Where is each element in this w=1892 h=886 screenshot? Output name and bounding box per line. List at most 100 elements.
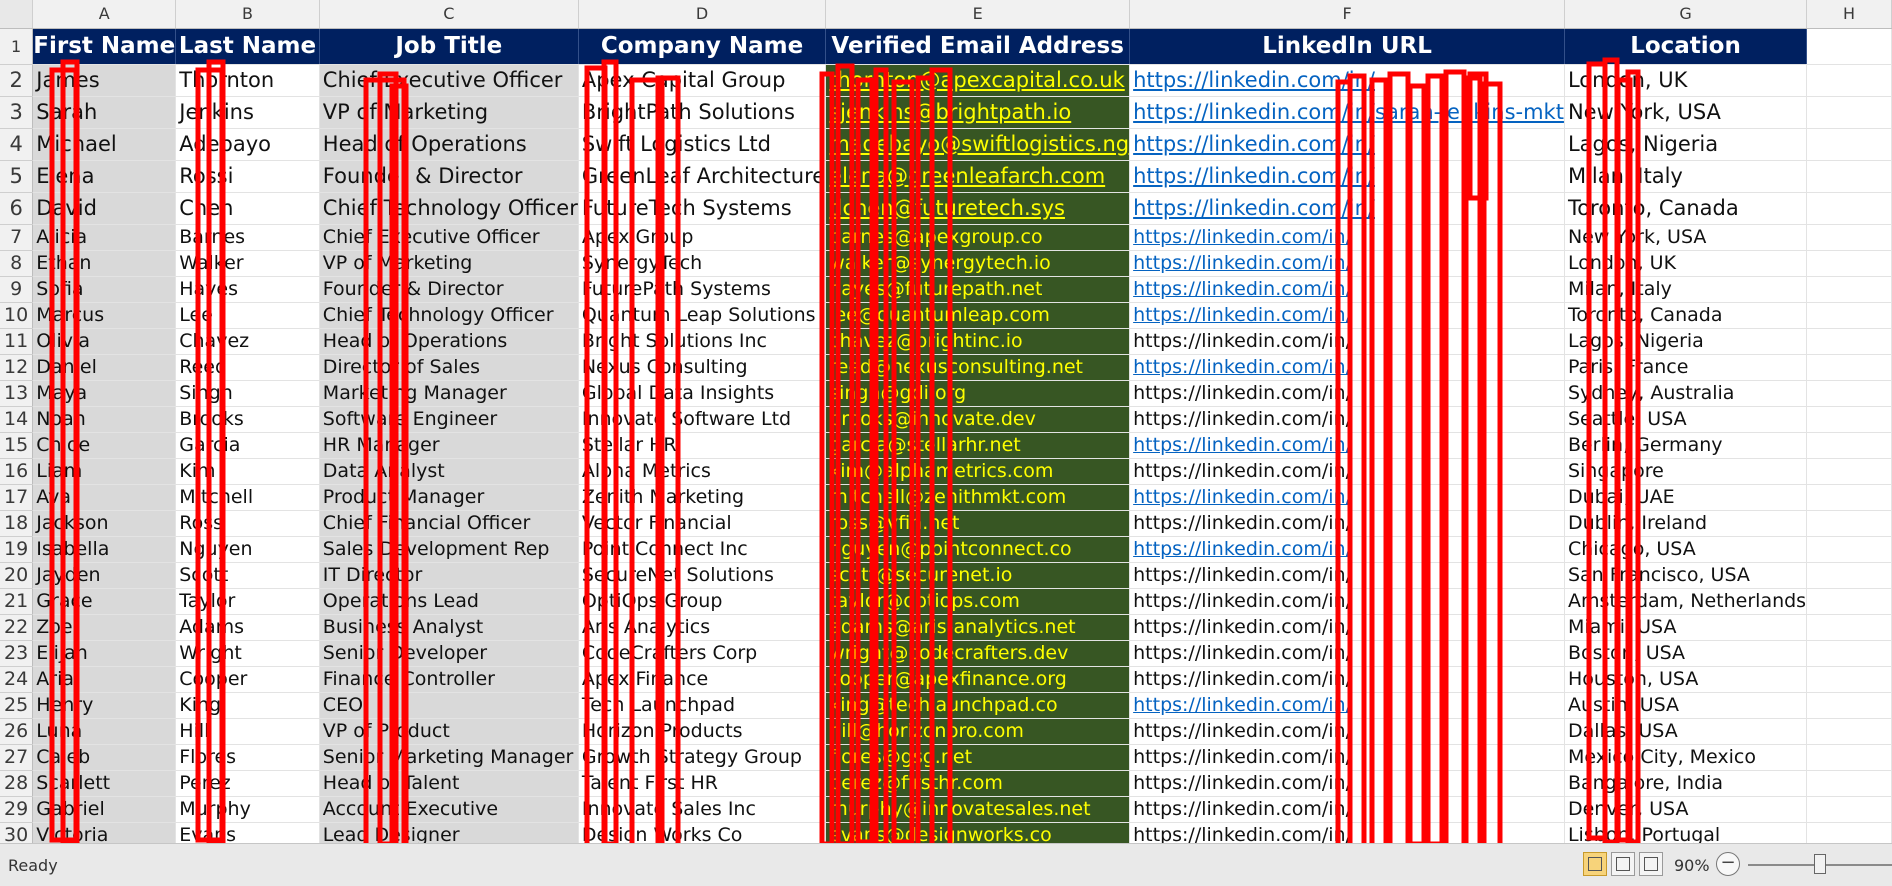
cell-email[interactable]: singh@gdi.org [825,380,1131,407]
cell-linkedin[interactable]: https://linkedin.com/in/ [1129,692,1565,719]
cell-email[interactable]: dchen@futuretech.sys [825,192,1131,225]
cell-last[interactable]: Brooks [175,406,320,433]
cell-first[interactable]: Ethan [32,250,177,277]
zoom-slider-thumb[interactable] [1814,854,1826,874]
cell-linkedin[interactable]: https://linkedin.com/in/ [1129,354,1565,381]
cell-h[interactable] [1806,224,1892,251]
cell-email[interactable]: garcia@stellarhr.net [825,432,1131,459]
cell-h1[interactable] [1806,28,1892,65]
row-header[interactable]: 13 [0,380,34,407]
cell-email[interactable]: evans@designworks.co [825,822,1131,843]
cell-company[interactable]: Innovate Software Ltd [578,406,827,433]
cell-first[interactable]: Olivia [32,328,177,355]
cell-first[interactable]: David [32,192,177,225]
row-header[interactable]: 27 [0,744,34,771]
row-header[interactable]: 5 [0,160,34,193]
cell-company[interactable]: Nexus Consulting [578,354,827,381]
cell-title[interactable]: CEO [319,692,579,719]
cell-email[interactable]: elena@greenleafarch.com [825,160,1131,193]
cell-location[interactable]: Paris, France [1564,354,1808,381]
cell-company[interactable]: SynergyTech [578,250,827,277]
cell-h[interactable] [1806,380,1892,407]
cell-first[interactable]: Liam [32,458,177,485]
cell-h[interactable] [1806,458,1892,485]
cell-linkedin[interactable]: https://linkedin.com/in/ [1129,796,1565,823]
cell-location[interactable]: New York, USA [1564,96,1808,129]
cell-company[interactable]: Aris Analytics [578,614,827,641]
cell-last[interactable]: Scott [175,562,320,589]
cell-email[interactable]: perez@firsthr.com [825,770,1131,797]
cell-last[interactable]: Walker [175,250,320,277]
cell-first[interactable]: Isabella [32,536,177,563]
zoom-level[interactable]: 90% [1674,856,1710,875]
cell-title[interactable]: Lead Designer [319,822,579,843]
cell-first[interactable]: Victoria [32,822,177,843]
header-company-name[interactable]: Company Name [578,28,827,65]
cell-title[interactable]: HR Manager [319,432,579,459]
normal-view-button[interactable] [1583,852,1607,876]
cell-email[interactable]: ross@vfin.net [825,510,1131,537]
cell-company[interactable]: FutureTech Systems [578,192,827,225]
row-header[interactable]: 25 [0,692,34,719]
cell-location[interactable]: London, UK [1564,64,1808,97]
cell-h[interactable] [1806,354,1892,381]
cell-location[interactable]: Dallas, USA [1564,718,1808,745]
cell-h[interactable] [1806,588,1892,615]
cell-last[interactable]: Nguyen [175,536,320,563]
cell-company[interactable]: Design Works Co [578,822,827,843]
cell-last[interactable]: Adams [175,614,320,641]
cell-location[interactable]: Milan, Italy [1564,160,1808,193]
cell-company[interactable]: Vector Financial [578,510,827,537]
cell-location[interactable]: Singapore [1564,458,1808,485]
cell-first[interactable]: Ava [32,484,177,511]
column-header-b[interactable]: B [175,0,320,29]
cell-first[interactable]: Michael [32,128,177,161]
cell-email[interactable]: hayes@futurepath.net [825,276,1131,303]
cell-email[interactable]: cooper@apexfinance.org [825,666,1131,693]
cell-linkedin[interactable]: https://linkedin.com/in/ [1129,458,1565,485]
cell-location[interactable]: Lagos, Nigeria [1564,328,1808,355]
cell-email[interactable]: barnes@apexgroup.co [825,224,1131,251]
cell-first[interactable]: Elijah [32,640,177,667]
cell-location[interactable]: Amsterdam, Netherlands [1564,588,1808,615]
cell-company[interactable]: Innovate Sales Inc [578,796,827,823]
cell-company[interactable]: Growth Strategy Group [578,744,827,771]
cell-email[interactable]: sjenkins@brightpath.io [825,96,1131,129]
cell-location[interactable]: Lisbon, Portugal [1564,822,1808,843]
cell-linkedin[interactable]: https://linkedin.com/in/ [1129,302,1565,329]
cell-title[interactable]: Head of Operations [319,328,579,355]
cell-email[interactable]: walker@synergytech.io [825,250,1131,277]
cell-last[interactable]: Taylor [175,588,320,615]
cell-last[interactable]: Wright [175,640,320,667]
row-header[interactable]: 19 [0,536,34,563]
cell-last[interactable]: Chen [175,192,320,225]
cell-last[interactable]: Chavez [175,328,320,355]
row-header[interactable]: 20 [0,562,34,589]
cell-linkedin[interactable]: https://linkedin.com/in/ [1129,160,1565,193]
cell-linkedin[interactable]: https://linkedin.com/in/ [1129,562,1565,589]
row-header[interactable]: 9 [0,276,34,303]
cell-last[interactable]: Garcia [175,432,320,459]
row-header[interactable]: 10 [0,302,34,329]
cell-title[interactable]: Founder & Director [319,276,579,303]
column-header-g[interactable]: G [1564,0,1808,29]
row-header[interactable]: 22 [0,614,34,641]
cell-first[interactable]: Henry [32,692,177,719]
cell-email[interactable]: reed@nexusconsulting.net [825,354,1131,381]
cell-last[interactable]: Lee [175,302,320,329]
cell-location[interactable]: Sydney, Australia [1564,380,1808,407]
cell-linkedin[interactable]: https://linkedin.com/in/ [1129,406,1565,433]
cell-last[interactable]: Barnes [175,224,320,251]
cell-title[interactable]: VP of Marketing [319,96,579,129]
cell-company[interactable]: Horizon Products [578,718,827,745]
cell-h[interactable] [1806,744,1892,771]
header-verified-email[interactable]: Verified Email Address [825,28,1131,65]
cell-title[interactable]: Senior Marketing Manager [319,744,579,771]
cell-company[interactable]: Apex Finance [578,666,827,693]
cell-first[interactable]: Aria [32,666,177,693]
cell-first[interactable]: Noah [32,406,177,433]
cell-last[interactable]: Hayes [175,276,320,303]
cell-location[interactable]: Seattle, USA [1564,406,1808,433]
cell-company[interactable]: Tech Launchpad [578,692,827,719]
cell-linkedin[interactable]: https://linkedin.com/in/ [1129,666,1565,693]
